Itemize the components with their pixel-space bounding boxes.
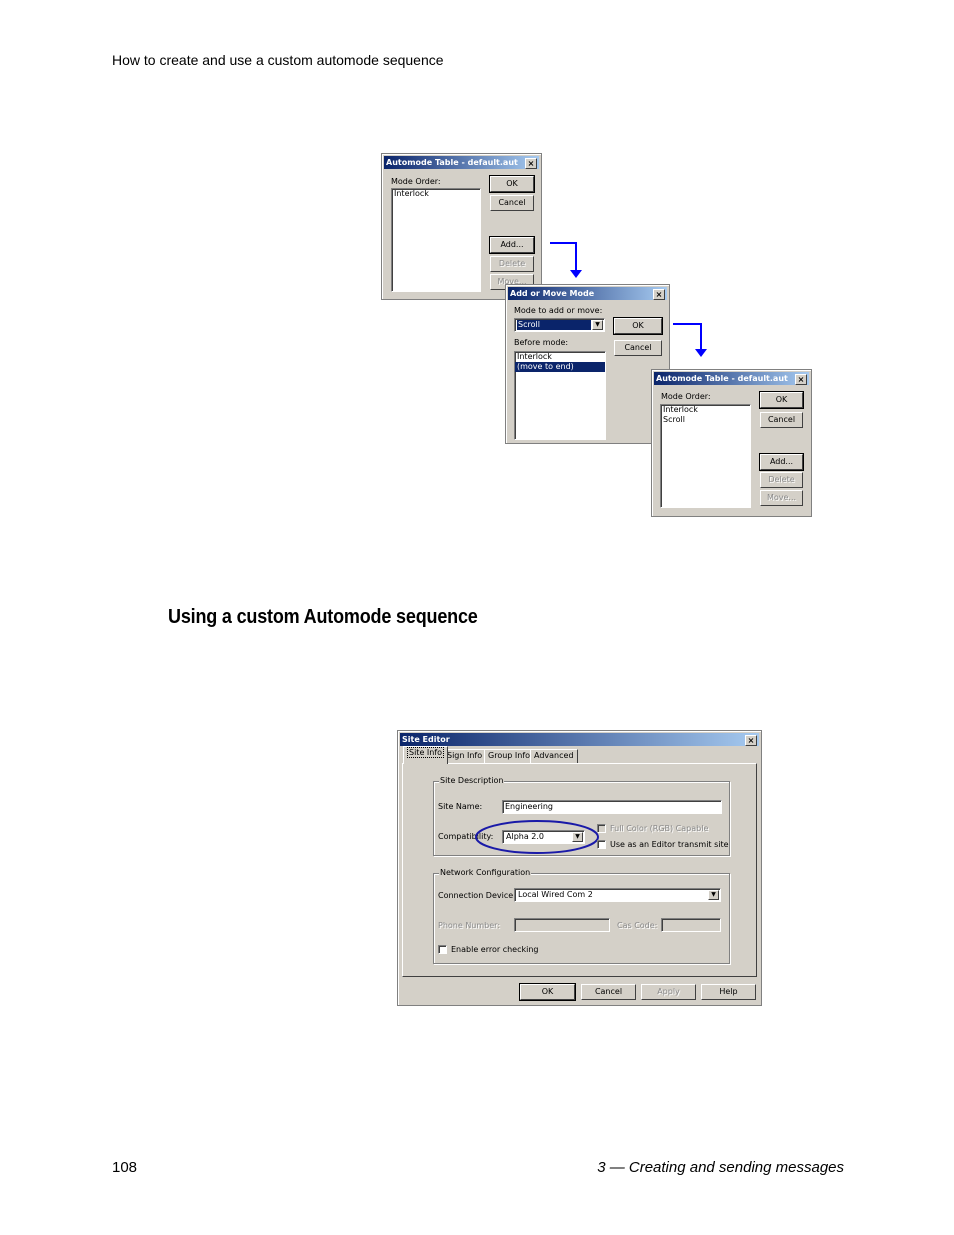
cas-code-input[interactable] (661, 918, 721, 932)
phone-number-label: Phone Number: (438, 921, 501, 930)
apply-button[interactable]: Apply (641, 984, 696, 1000)
network-configuration-group-label: Network Configuration (439, 868, 532, 877)
tab-sign-info-label: Sign Info (447, 751, 483, 760)
mode-select-value: Scroll (517, 320, 591, 330)
ok-button[interactable]: OK (759, 391, 804, 409)
mode-order-list[interactable]: Interlock Scroll (660, 404, 751, 508)
editor-transmit-label: Use as an Editor transmit site (610, 840, 729, 849)
tab-group-info-label: Group Info (488, 751, 531, 760)
section-heading: Using a custom Automode sequence (168, 606, 478, 628)
automode-table-1-titlebar[interactable]: Automode Table - default.aut × (384, 156, 539, 169)
automode-table-dialog-1: Automode Table - default.aut × Mode Orde… (381, 153, 542, 300)
tab-group-info[interactable]: Group Info (484, 749, 535, 763)
add-button[interactable]: Add... (489, 236, 535, 254)
page-number: 108 (112, 1159, 138, 1176)
full-color-checkbox[interactable] (597, 824, 606, 833)
move-button[interactable]: Move... (760, 490, 803, 506)
connection-device-value: Local Wired Com 2 (518, 890, 593, 899)
cancel-button[interactable]: Cancel (760, 412, 803, 428)
close-icon[interactable]: × (745, 735, 757, 746)
chevron-down-icon[interactable]: ▼ (592, 320, 603, 330)
automode-table-2-title: Automode Table - default.aut (656, 374, 788, 383)
site-name-label: Site Name: (438, 802, 483, 811)
error-checking-checkbox[interactable] (438, 945, 447, 954)
help-button[interactable]: Help (701, 984, 756, 1000)
mode-order-label: Mode Order: (391, 177, 441, 186)
tab-sign-info[interactable]: Sign Info (443, 749, 487, 763)
running-head: How to create and use a custom automode … (112, 52, 444, 68)
add-button[interactable]: Add... (759, 453, 804, 471)
automode-table-1-title: Automode Table - default.aut (386, 158, 518, 167)
highlight-ellipse (475, 820, 599, 854)
tab-advanced[interactable]: Advanced (530, 749, 578, 763)
add-move-mode-title: Add or Move Mode (510, 289, 595, 298)
site-editor-titlebar[interactable]: Site Editor × (400, 733, 759, 746)
tab-advanced-label: Advanced (534, 751, 574, 760)
close-icon[interactable]: × (653, 289, 665, 300)
connection-device-label: Connection Device: (438, 891, 516, 900)
editor-transmit-checkbox[interactable] (597, 840, 606, 849)
list-item[interactable]: Interlock (392, 189, 480, 199)
cas-code-label: Cas Code: (617, 921, 658, 930)
site-editor-title: Site Editor (402, 735, 450, 744)
chevron-down-icon[interactable]: ▼ (708, 890, 719, 900)
automode-table-dialog-2: Automode Table - default.aut × Mode Orde… (651, 369, 812, 517)
full-color-label: Full Color (RGB) Capable (610, 824, 709, 833)
flow-arrow-1 (550, 242, 582, 278)
delete-button[interactable]: Delete (490, 256, 534, 272)
delete-button[interactable]: Delete (760, 472, 803, 488)
ok-button[interactable]: OK (489, 175, 535, 193)
tab-site-info-label: Site Info (407, 747, 445, 758)
close-icon[interactable]: × (525, 158, 537, 169)
close-icon[interactable]: × (795, 374, 807, 385)
list-item[interactable]: Scroll (661, 415, 750, 425)
site-editor-dialog: Site Editor × Site Info Sign Info Group … (397, 730, 762, 1006)
automode-table-2-titlebar[interactable]: Automode Table - default.aut × (654, 372, 809, 385)
error-checking-label: Enable error checking (451, 945, 539, 954)
ok-button[interactable]: OK (613, 317, 663, 335)
flow-arrow-2 (673, 323, 707, 357)
site-name-input[interactable]: Engineering (502, 800, 722, 814)
mode-to-add-label: Mode to add or move: (514, 306, 603, 315)
phone-number-input[interactable] (514, 918, 610, 932)
list-item[interactable]: Interlock (515, 352, 605, 362)
tab-site-info[interactable]: Site Info (403, 746, 449, 764)
ok-button[interactable]: OK (519, 983, 576, 1001)
before-mode-list[interactable]: Interlock (move to end) (514, 351, 606, 440)
add-or-move-mode-dialog: Add or Move Mode × Mode to add or move: … (505, 284, 670, 444)
site-description-group-label: Site Description (439, 776, 505, 785)
chapter-footer: 3 — Creating and sending messages (597, 1159, 844, 1176)
cancel-button[interactable]: Cancel (614, 340, 662, 356)
mode-select[interactable]: Scroll ▼ (514, 318, 605, 332)
cancel-button[interactable]: Cancel (581, 984, 636, 1000)
cancel-button[interactable]: Cancel (490, 195, 534, 211)
mode-order-label: Mode Order: (661, 392, 711, 401)
mode-order-list[interactable]: Interlock (391, 188, 481, 292)
connection-device-select[interactable]: Local Wired Com 2 ▼ (514, 888, 721, 902)
before-mode-label: Before mode: (514, 338, 569, 347)
add-move-mode-titlebar[interactable]: Add or Move Mode × (508, 287, 667, 300)
list-item[interactable]: Interlock (661, 405, 750, 415)
list-item[interactable]: (move to end) (515, 362, 605, 372)
